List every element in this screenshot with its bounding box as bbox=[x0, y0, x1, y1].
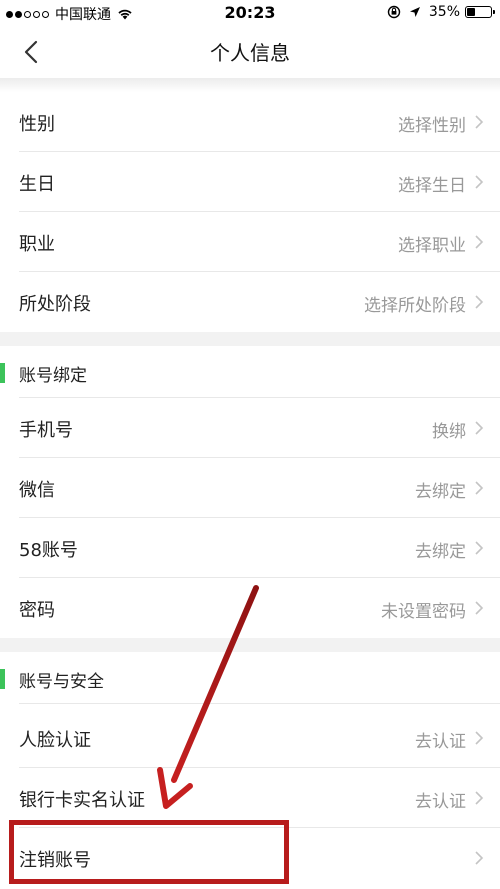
row-value: 换绑 bbox=[432, 422, 466, 442]
navigation-bar: 个人信息 bbox=[0, 28, 500, 78]
row-label: 职业 bbox=[19, 234, 55, 255]
row-value: 去认证 bbox=[415, 732, 466, 752]
chevron-right-icon bbox=[475, 541, 484, 555]
chevron-right-icon bbox=[475, 731, 484, 745]
top-scroll-shadow bbox=[0, 78, 500, 92]
chevron-right-icon bbox=[475, 791, 484, 805]
chevron-right-icon bbox=[475, 295, 484, 309]
row-label: 手机号 bbox=[19, 420, 73, 441]
signal-dots-icon bbox=[6, 10, 51, 18]
row-label: 所处阶段 bbox=[19, 294, 91, 315]
status-bar-left: 中国联通 bbox=[6, 4, 133, 24]
row-label: 58账号 bbox=[19, 540, 78, 561]
chevron-right-icon bbox=[475, 851, 484, 865]
chevron-right-icon bbox=[475, 175, 484, 189]
row-value: 选择职业 bbox=[398, 236, 466, 256]
wechat-row[interactable]: 微信 去绑定 bbox=[0, 458, 500, 518]
row-value: 去认证 bbox=[415, 792, 466, 812]
row-value: 去绑定 bbox=[415, 482, 466, 502]
wifi-icon bbox=[118, 9, 132, 20]
section-header-binding: 账号绑定 bbox=[0, 346, 500, 398]
row-label: 人脸认证 bbox=[19, 730, 91, 751]
password-row[interactable]: 密码 未设置密码 bbox=[0, 578, 500, 638]
life-stage-row[interactable]: 所处阶段 选择所处阶段 bbox=[0, 272, 500, 332]
bank-card-verification-row[interactable]: 银行卡实名认证 去认证 bbox=[0, 768, 500, 828]
section-title: 账号与安全 bbox=[19, 672, 104, 692]
row-value: 选择性别 bbox=[398, 116, 466, 136]
row-label: 微信 bbox=[19, 480, 55, 501]
row-label: 注销账号 bbox=[19, 850, 91, 871]
battery-icon bbox=[465, 6, 495, 18]
section-title: 账号绑定 bbox=[19, 366, 87, 386]
chevron-right-icon bbox=[475, 481, 484, 495]
status-bar: 中国联通 20:23 35% bbox=[0, 0, 500, 28]
account-58-row[interactable]: 58账号 去绑定 bbox=[0, 518, 500, 578]
chevron-right-icon bbox=[475, 235, 484, 249]
status-bar-right: 35% bbox=[387, 4, 495, 20]
chevron-right-icon bbox=[475, 601, 484, 615]
row-label: 生日 bbox=[19, 174, 55, 195]
row-label: 性别 bbox=[19, 114, 55, 135]
row-label: 银行卡实名认证 bbox=[19, 790, 145, 811]
section-accent-bar bbox=[0, 363, 5, 383]
page-title: 个人信息 bbox=[210, 41, 290, 65]
row-label: 密码 bbox=[19, 600, 55, 621]
location-arrow-icon bbox=[409, 7, 420, 17]
battery-percent: 35% bbox=[428, 4, 460, 20]
face-verification-row[interactable]: 人脸认证 去认证 bbox=[0, 708, 500, 768]
phone-row[interactable]: 手机号 换绑 bbox=[0, 398, 500, 458]
occupation-row[interactable]: 职业 选择职业 bbox=[0, 212, 500, 272]
chevron-right-icon bbox=[475, 421, 484, 435]
carrier-label: 中国联通 bbox=[55, 7, 111, 23]
row-divider bbox=[19, 703, 500, 704]
row-value: 选择生日 bbox=[398, 176, 466, 196]
row-value: 未设置密码 bbox=[381, 602, 466, 622]
row-value: 去绑定 bbox=[415, 542, 466, 562]
back-chevron-icon[interactable] bbox=[18, 38, 46, 66]
birthday-row[interactable]: 生日 选择生日 bbox=[0, 152, 500, 212]
row-value: 选择所处阶段 bbox=[364, 296, 466, 316]
section-header-security: 账号与安全 bbox=[0, 652, 500, 704]
chevron-right-icon bbox=[475, 115, 484, 129]
section-accent-bar bbox=[0, 669, 5, 689]
gender-row[interactable]: 性别 选择性别 bbox=[0, 92, 500, 152]
section-gap bbox=[0, 638, 500, 652]
orientation-lock-icon bbox=[387, 5, 401, 19]
deactivate-account-row[interactable]: 注销账号 bbox=[0, 828, 500, 888]
section-gap bbox=[0, 332, 500, 346]
